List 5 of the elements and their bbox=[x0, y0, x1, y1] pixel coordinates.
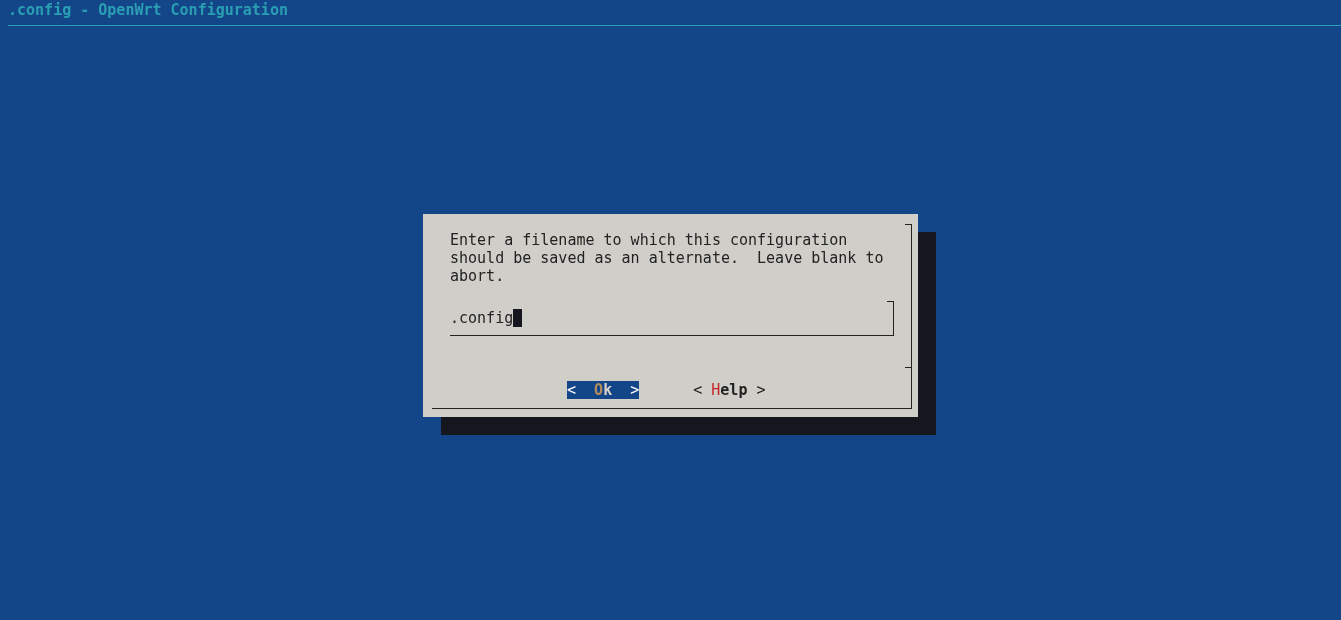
dialog-message: Enter a filename to which this configuration should be saved as an alternate. Leave blank to abort. bbox=[450, 231, 885, 285]
filename-field[interactable]: .config bbox=[450, 301, 894, 336]
window-title: .config - OpenWrt Configuration bbox=[8, 0, 289, 19]
ok-button[interactable]: < Ok > bbox=[567, 381, 640, 399]
help-button[interactable]: < Help > bbox=[693, 381, 766, 399]
